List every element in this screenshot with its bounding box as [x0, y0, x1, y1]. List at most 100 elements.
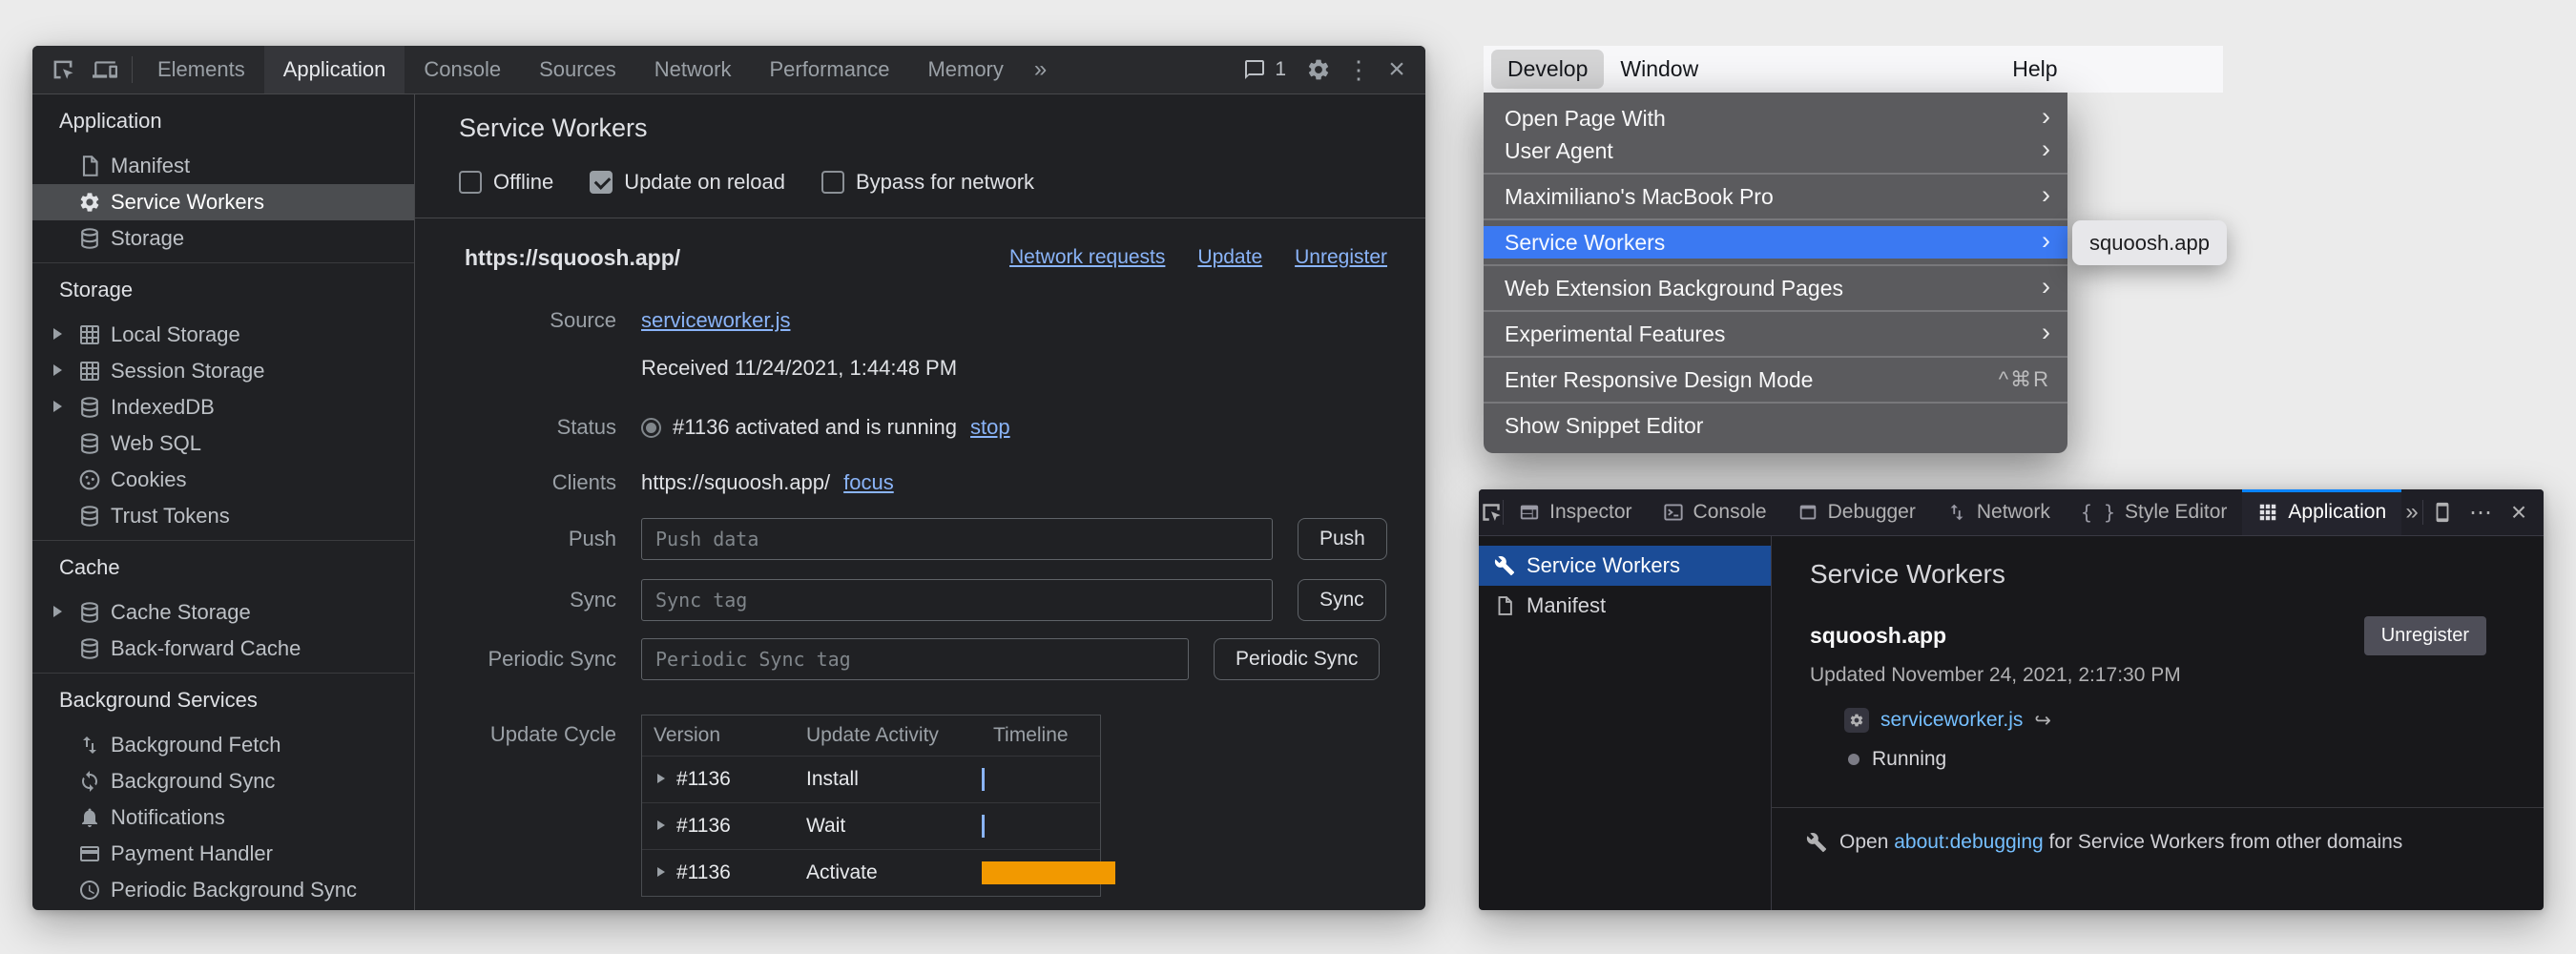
jump-to-debugger-icon[interactable]: ↪ — [2034, 709, 2051, 733]
kebab-menu-icon[interactable]: ⋮ — [1340, 46, 1378, 93]
sync-row: Sync Sync — [415, 579, 1425, 621]
tab-console[interactable]: Console — [405, 46, 520, 93]
checkbox-bypass-for-network[interactable]: Bypass for network — [821, 170, 1034, 195]
submenu-item-squoosh-app[interactable]: squoosh.app — [2089, 231, 2210, 256]
macos-menu-bar: Develop Window Help — [1484, 46, 2223, 93]
settings-gear-icon[interactable] — [1298, 46, 1340, 93]
sidebar-item-background-sync[interactable]: Background Sync — [32, 763, 414, 799]
menu-item-maximilianos-macbook-pro[interactable]: Maximiliano's MacBook Pro › — [1484, 180, 2067, 213]
sidebar-item-service-workers[interactable]: Service Workers — [32, 184, 414, 220]
more-tabs-icon[interactable]: » — [2401, 489, 2422, 535]
tab-network[interactable]: Network — [635, 46, 751, 93]
menu-item-show-snippet-editor[interactable]: Show Snippet Editor — [1484, 409, 2067, 442]
tab-application[interactable]: Application — [264, 46, 405, 93]
chrome-devtools-body: Application Manifest Service Workers — [32, 94, 1425, 910]
menu-item-user-agent[interactable]: User Agent › — [1484, 135, 2067, 167]
menu-item-open-page-with[interactable]: Open Page With › — [1484, 102, 2067, 135]
unregister-link[interactable]: Unregister — [1295, 246, 1387, 269]
expand-caret-icon[interactable] — [654, 818, 671, 835]
menu-item-web-extension-background-pages[interactable]: Web Extension Background Pages › — [1484, 272, 2067, 304]
expand-caret-icon[interactable] — [48, 397, 69, 418]
tab-style-editor[interactable]: { } Style Editor — [2066, 489, 2243, 535]
responsive-design-icon[interactable] — [2423, 502, 2462, 523]
periodic-sync-tag-input[interactable] — [641, 638, 1189, 680]
menu-item-enter-responsive-design-mode[interactable]: Enter Responsive Design Mode ^⌘R — [1484, 363, 2067, 396]
wrench-icon — [1806, 832, 1827, 853]
about-debugging-link[interactable]: about:debugging — [1894, 831, 2044, 853]
sidebar-item-cache-storage[interactable]: Cache Storage — [32, 594, 414, 631]
worker-origin: squoosh.app — [1810, 623, 1946, 649]
update-cycle-table: Version Update Activity Timeline #1136 I… — [641, 715, 1101, 897]
pick-element-icon[interactable] — [1479, 489, 1503, 535]
tab-debugger[interactable]: Debugger — [1782, 489, 1931, 535]
sidebar-item-payment-handler[interactable]: Payment Handler — [32, 836, 414, 872]
close-devtools-icon[interactable]: × — [1378, 46, 1416, 93]
focus-link[interactable]: focus — [843, 470, 894, 495]
sidebar-item-back-forward-cache[interactable]: Back-forward Cache — [32, 631, 414, 667]
menu-item-service-workers[interactable]: Service Workers › — [1484, 226, 2067, 259]
meatball-menu-icon[interactable]: ⋯ — [2462, 499, 2500, 527]
update-cycle-install-row[interactable]: #1136 Install — [642, 756, 1100, 802]
service-worker-gear-icon — [78, 191, 101, 214]
menu-item-experimental-features[interactable]: Experimental Features › — [1484, 318, 2067, 350]
sidebar-item-web-sql[interactable]: Web SQL — [32, 425, 414, 462]
inspect-element-icon[interactable] — [42, 46, 84, 93]
tab-inspector[interactable]: Inspector — [1504, 489, 1647, 535]
sidebar-item-periodic-background-sync[interactable]: Periodic Background Sync — [32, 872, 414, 908]
tab-elements[interactable]: Elements — [138, 46, 264, 93]
tab-sources[interactable]: Sources — [520, 46, 635, 93]
tab-console[interactable]: Console — [1648, 489, 1782, 535]
sidebar-item-trust-tokens[interactable]: Trust Tokens — [32, 498, 414, 534]
close-devtools-icon[interactable]: × — [2500, 497, 2538, 528]
section-title: Background Services — [32, 674, 414, 727]
panel-title: Service Workers — [1810, 559, 2544, 590]
keyboard-shortcut: ^⌘R — [1999, 367, 2050, 392]
sidebar-item-notifications[interactable]: Notifications — [32, 799, 414, 836]
push-data-input[interactable] — [641, 518, 1273, 560]
menubar-item-window[interactable]: Window — [1604, 50, 1714, 89]
menubar-item-help[interactable]: Help — [1996, 50, 2073, 89]
source-file-link[interactable]: serviceworker.js — [641, 308, 790, 333]
unregister-button[interactable]: Unregister — [2364, 616, 2486, 655]
periodic-sync-button[interactable]: Periodic Sync — [1214, 638, 1380, 680]
tab-application[interactable]: Application — [2242, 489, 2401, 535]
sync-button[interactable]: Sync — [1298, 579, 1386, 621]
device-toolbar-icon[interactable] — [84, 46, 126, 93]
stop-link[interactable]: stop — [970, 415, 1010, 440]
expand-caret-icon[interactable] — [48, 324, 69, 345]
checkbox-update-on-reload[interactable]: Update on reload — [590, 170, 785, 195]
sidebar-item-service-workers[interactable]: Service Workers — [1479, 546, 1771, 586]
sync-tag-input[interactable] — [641, 579, 1273, 621]
sidebar-item-session-storage[interactable]: Session Storage — [32, 353, 414, 389]
sidebar-item-storage[interactable]: Storage — [32, 220, 414, 257]
database-icon — [78, 227, 101, 250]
more-tabs-icon[interactable]: » — [1023, 46, 1058, 93]
update-link[interactable]: Update — [1197, 246, 1262, 269]
sidebar-item-push-messaging[interactable]: Push Messaging — [32, 908, 414, 910]
worker-file-link[interactable]: serviceworker.js — [1880, 709, 2023, 732]
sidebar-item-background-fetch[interactable]: Background Fetch — [32, 727, 414, 763]
push-button[interactable]: Push — [1298, 518, 1387, 560]
issues-button[interactable]: 1 — [1232, 58, 1298, 81]
sidebar-item-local-storage[interactable]: Local Storage — [32, 317, 414, 353]
push-row: Push Push — [415, 518, 1425, 560]
expand-caret-icon[interactable] — [654, 771, 671, 788]
document-icon — [78, 155, 101, 177]
menubar-item-develop[interactable]: Develop — [1491, 50, 1604, 89]
sidebar-item-manifest[interactable]: Manifest — [32, 148, 414, 184]
update-cycle-activate-row[interactable]: #1136 Activate — [642, 849, 1100, 896]
sidebar-item-indexeddb[interactable]: IndexedDB — [32, 389, 414, 425]
checkbox-offline[interactable]: Offline — [459, 170, 553, 195]
worker-origin: https://squoosh.app/ — [465, 245, 680, 271]
expand-caret-icon[interactable] — [48, 602, 69, 623]
tab-network[interactable]: Network — [1931, 489, 2066, 535]
sidebar-item-manifest[interactable]: Manifest — [1479, 586, 1771, 626]
expand-caret-icon[interactable] — [48, 361, 69, 382]
update-cycle-wait-row[interactable]: #1136 Wait — [642, 802, 1100, 849]
network-requests-link[interactable]: Network requests — [1009, 246, 1165, 269]
tab-memory[interactable]: Memory — [908, 46, 1022, 93]
sidebar-item-cookies[interactable]: Cookies — [32, 462, 414, 498]
tab-performance[interactable]: Performance — [750, 46, 908, 93]
issues-count: 1 — [1275, 58, 1286, 81]
expand-caret-icon[interactable] — [654, 864, 671, 881]
